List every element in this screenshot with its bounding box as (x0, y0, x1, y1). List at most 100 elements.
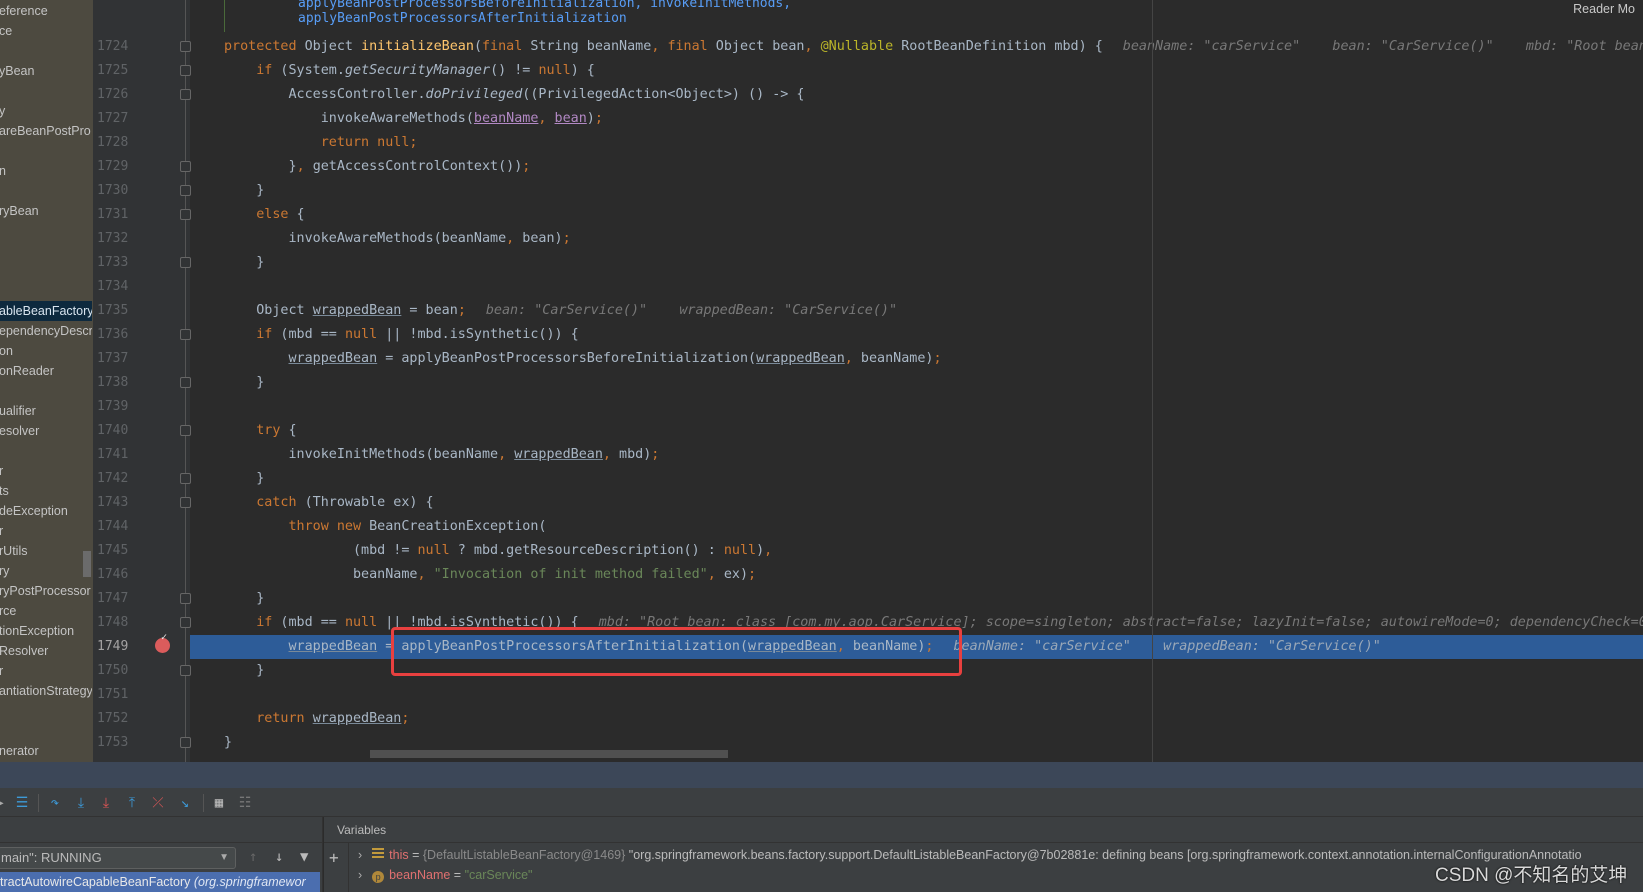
fold-marker-icon[interactable] (180, 209, 191, 220)
line-number[interactable]: 1728 (97, 131, 137, 155)
code-line[interactable]: try { (224, 419, 296, 443)
code-line[interactable]: (mbd != null ? mbd.getResourceDescriptio… (224, 539, 772, 563)
code-line[interactable]: protected Object initializeBean(final St… (224, 35, 1643, 59)
thread-dropdown[interactable]: main": RUNNING ▼ (0, 847, 236, 869)
line-number[interactable]: 1727 (97, 107, 137, 131)
line-number[interactable]: 1741 (97, 443, 137, 467)
show-execution-point-icon[interactable]: ☰ (13, 794, 31, 812)
step-into-icon[interactable]: ⤓ (72, 794, 90, 812)
structure-item[interactable]: ryPostProcessor (0, 581, 92, 601)
line-number[interactable]: 1736 (97, 323, 137, 347)
structure-item[interactable]: ts (0, 481, 92, 501)
breakpoint-icon[interactable] (155, 632, 170, 653)
structure-item[interactable]: ryBean (0, 201, 92, 221)
code-line[interactable]: invokeInitMethods(beanName, wrappedBean,… (224, 443, 659, 467)
structure-item[interactable]: antiationStrategy (0, 681, 92, 701)
line-number[interactable]: 1743 (97, 491, 137, 515)
line-number[interactable]: 1735 (97, 299, 137, 323)
line-number[interactable]: 1737 (97, 347, 137, 371)
trace-icon[interactable]: ☷ (236, 794, 254, 812)
frame-item[interactable]: tractAutowireCapableBeanFactory (org.spr… (0, 872, 320, 892)
fold-marker-icon[interactable] (180, 425, 191, 436)
line-number[interactable]: 1746 (97, 563, 137, 587)
horizontal-scrollbar[interactable] (370, 750, 728, 758)
line-number[interactable]: 1744 (97, 515, 137, 539)
line-number[interactable]: 1729 (97, 155, 137, 179)
structure-item[interactable]: r (0, 461, 92, 481)
line-number[interactable]: 1752 (97, 707, 137, 731)
fold-marker-icon[interactable] (180, 89, 191, 100)
code-line[interactable]: Object wrappedBean = bean; bean: "CarServ… (224, 299, 897, 323)
structure-item[interactable]: on (0, 341, 92, 361)
code-line[interactable]: catch (Throwable ex) { (224, 491, 433, 515)
structure-item[interactable]: Resolver (0, 641, 92, 661)
variable-row[interactable]: › this = {DefaultListableBeanFactory@1469… (358, 845, 1582, 865)
code-line[interactable]: } (224, 731, 232, 755)
step-over-icon[interactable]: ↷ (46, 794, 64, 812)
run-to-cursor-icon[interactable]: ↘ (176, 794, 194, 812)
line-number[interactable]: 1731 (97, 203, 137, 227)
fold-marker-icon[interactable] (180, 185, 191, 196)
structure-item[interactable]: nerator (0, 741, 92, 761)
line-number[interactable]: 1730 (97, 179, 137, 203)
structure-item[interactable]: esolver (0, 421, 92, 441)
structure-item[interactable]: ableBeanFactory (0, 301, 92, 321)
fold-marker-icon[interactable] (180, 161, 191, 172)
chevron-right-icon[interactable]: › (358, 868, 362, 882)
code-line[interactable]: if (System.getSecurityManager() != null)… (224, 59, 595, 83)
arrow-down-icon[interactable]: ↓ (275, 849, 283, 865)
structure-item[interactable]: ependencyDescr (0, 321, 92, 341)
fold-marker-icon[interactable] (180, 377, 191, 388)
variable-row[interactable]: › p beanName = "carService" (358, 865, 533, 885)
structure-item[interactable]: eference (0, 1, 92, 21)
line-number[interactable]: 1742 (97, 467, 137, 491)
code-line[interactable]: return null; (224, 131, 418, 155)
reader-mode-button[interactable]: Reader Mo (1573, 2, 1635, 16)
code-line[interactable]: }, getAccessControlContext()); (224, 155, 530, 179)
fold-marker-icon[interactable] (180, 737, 191, 748)
structure-item[interactable]: r (0, 661, 92, 681)
line-number[interactable]: 1726 (97, 83, 137, 107)
evaluate-expression-icon[interactable]: ▦ (210, 794, 228, 812)
code-line[interactable]: throw new BeanCreationException( (224, 515, 546, 539)
force-step-into-icon[interactable]: ⤓ (97, 794, 115, 812)
line-number[interactable]: 1748 (97, 611, 137, 635)
fold-marker-icon[interactable] (180, 473, 191, 484)
code-line[interactable]: } (224, 371, 264, 395)
code-line[interactable]: invokeAwareMethods(beanName, bean); (224, 107, 603, 131)
structure-item[interactable]: ualifier (0, 401, 92, 421)
line-number[interactable]: 1751 (97, 683, 137, 707)
structure-item[interactable]: onReader (0, 361, 92, 381)
code-line[interactable]: invokeAwareMethods(beanName, bean); (224, 227, 570, 251)
line-number[interactable]: 1740 (97, 419, 137, 443)
filter-icon[interactable]: ▼ (300, 849, 308, 865)
structure-item[interactable]: ry (0, 561, 92, 581)
line-number[interactable]: 1753 (97, 731, 137, 755)
structure-item[interactable]: rUtils (0, 541, 92, 561)
arrow-up-icon[interactable]: ↑ (249, 849, 257, 865)
code-line[interactable]: } (224, 587, 264, 611)
structure-item[interactable]: yBean (0, 61, 92, 81)
fold-marker-icon[interactable] (180, 497, 191, 508)
line-number[interactable]: 1747 (97, 587, 137, 611)
code-line[interactable]: if (mbd == null || !mbd.isSynthetic()) { (224, 323, 579, 347)
line-number[interactable]: 1745 (97, 539, 137, 563)
code-line[interactable]: } (224, 467, 264, 491)
structure-item[interactable]: rce (0, 601, 92, 621)
structure-item[interactable]: tionException (0, 621, 92, 641)
step-out-icon[interactable]: ⤒ (123, 794, 141, 812)
line-number[interactable]: 1749 (97, 635, 137, 659)
chevron-right-icon[interactable]: › (358, 848, 362, 862)
code-line[interactable]: } (224, 251, 264, 275)
fold-marker-icon[interactable] (180, 329, 191, 340)
line-number[interactable]: 1732 (97, 227, 137, 251)
line-number[interactable]: 1734 (97, 275, 137, 299)
fold-marker-icon[interactable] (180, 65, 191, 76)
add-watch-icon[interactable]: + (329, 848, 339, 867)
line-number[interactable]: 1733 (97, 251, 137, 275)
resume-icon[interactable]: ▸ (0, 794, 10, 812)
code-line[interactable]: AccessController.doPrivileged((Privilege… (224, 83, 804, 107)
structure-item[interactable]: n (0, 161, 92, 181)
line-number[interactable]: 1750 (97, 659, 137, 683)
code-line[interactable]: beanName, "Invocation of init method fai… (224, 563, 756, 587)
